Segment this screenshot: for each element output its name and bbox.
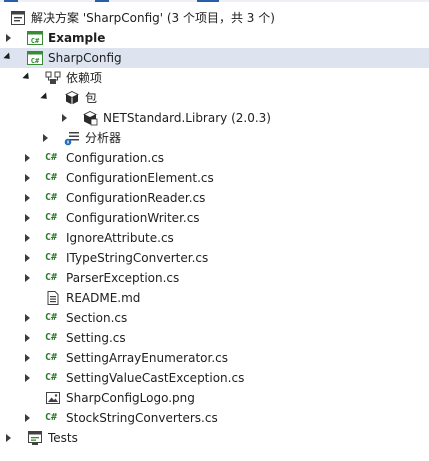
csharp-file-icon: C# <box>45 212 58 223</box>
file-label: ConfigurationWriter.cs <box>66 211 200 225</box>
file-label: SettingArrayEnumerator.cs <box>66 351 228 365</box>
expand-arrow-icon[interactable] <box>22 208 32 228</box>
analyzers-label: 分析器 <box>85 131 122 145</box>
expand-arrow-icon[interactable] <box>22 348 32 368</box>
expand-arrow-icon[interactable] <box>22 368 32 388</box>
expand-arrow-icon[interactable] <box>40 128 50 148</box>
csharp-file-icon: C# <box>45 252 58 263</box>
package-icon <box>64 90 80 106</box>
markdown-file-icon <box>45 290 61 306</box>
file-row[interactable]: C# StockStringConverters.cs <box>0 408 429 428</box>
dependencies-label: 依赖项 <box>66 71 103 85</box>
file-label: ConfigurationReader.cs <box>66 191 206 205</box>
file-row[interactable]: C# ITypeStringConverter.cs <box>0 248 429 268</box>
project-row-example[interactable]: C# Example <box>0 28 429 48</box>
csharp-project-icon: C# <box>27 50 43 66</box>
packages-label: 包 <box>85 91 98 105</box>
expand-arrow-icon[interactable] <box>3 28 13 48</box>
csharp-file-icon: C# <box>45 352 58 363</box>
expand-arrow-icon[interactable] <box>59 108 69 128</box>
package-label: NETStandard.Library (2.0.3) <box>103 111 271 125</box>
file-label: SharpConfigLogo.png <box>66 391 195 405</box>
csharp-file-icon: C# <box>45 172 58 183</box>
csharp-file-icon: C# <box>45 312 58 323</box>
expand-arrow-icon[interactable] <box>3 428 13 448</box>
file-row[interactable]: C# SettingValueCastException.cs <box>0 368 429 388</box>
top-progress-strip <box>0 0 429 2</box>
csharp-file-icon: C# <box>45 332 58 343</box>
expand-arrow-icon[interactable] <box>22 268 32 288</box>
expand-arrow-icon[interactable] <box>22 228 32 248</box>
solution-icon <box>10 10 26 26</box>
strip-segment <box>197 0 219 2</box>
csharp-file-icon: C# <box>45 152 58 163</box>
project-label: Tests <box>48 431 78 445</box>
csharp-file-icon: C# <box>45 372 58 383</box>
expand-arrow-icon[interactable] <box>22 248 32 268</box>
strip-segment <box>95 0 109 2</box>
collapse-arrow-icon[interactable] <box>40 88 50 108</box>
file-row[interactable]: C# SettingArrayEnumerator.cs <box>0 348 429 368</box>
expand-arrow-icon[interactable] <box>22 328 32 348</box>
solution-explorer-tree: 解决方案 'SharpConfig' (3 个项目，共 3 个) C# Exam… <box>0 8 429 448</box>
file-label: Setting.cs <box>66 331 126 345</box>
file-row[interactable]: C# Setting.cs <box>0 328 429 348</box>
expand-arrow-icon[interactable] <box>22 168 32 188</box>
solution-title: 解决方案 'SharpConfig' (3 个项目，共 3 个) <box>31 11 275 25</box>
file-row[interactable]: C# ConfigurationWriter.cs <box>0 208 429 228</box>
dependencies-icon <box>45 70 61 86</box>
image-file-icon <box>45 390 61 406</box>
csharp-project-icon: C# <box>27 30 43 46</box>
analyzers-row[interactable]: 分析器 <box>0 128 429 148</box>
expand-arrow-icon[interactable] <box>22 148 32 168</box>
file-label: IgnoreAttribute.cs <box>66 231 174 245</box>
project-row-sharpconfig[interactable]: C# SharpConfig <box>0 48 429 68</box>
package-reference-icon <box>82 110 98 126</box>
file-label: Section.cs <box>66 311 128 325</box>
csharp-file-icon: C# <box>45 192 58 203</box>
file-label: README.md <box>66 291 141 305</box>
file-label: StockStringConverters.cs <box>66 411 218 425</box>
file-label: ParserException.cs <box>66 271 180 285</box>
file-row[interactable]: C# Section.cs <box>0 308 429 328</box>
strip-segment <box>4 0 18 2</box>
svg-text:C#: C# <box>31 37 40 45</box>
file-row[interactable]: C# Configuration.cs <box>0 148 429 168</box>
file-row[interactable]: README.md <box>0 288 429 308</box>
collapse-arrow-icon[interactable] <box>3 48 13 68</box>
project-label: Example <box>48 31 106 45</box>
collapse-arrow-icon[interactable] <box>22 68 32 88</box>
csharp-file-icon: C# <box>45 412 58 423</box>
file-row[interactable]: C# IgnoreAttribute.cs <box>0 228 429 248</box>
file-label: ConfigurationElement.cs <box>66 171 214 185</box>
dependencies-row[interactable]: 依赖项 <box>0 68 429 88</box>
expand-arrow-icon[interactable] <box>22 408 32 428</box>
file-label: SettingValueCastException.cs <box>66 371 245 385</box>
project-label: SharpConfig <box>48 51 122 65</box>
project-row-tests[interactable]: Tests <box>0 428 429 448</box>
analyzer-icon <box>64 130 80 146</box>
csharp-file-icon: C# <box>45 272 58 283</box>
expand-arrow-icon[interactable] <box>22 188 32 208</box>
solution-root-row[interactable]: 解决方案 'SharpConfig' (3 个项目，共 3 个) <box>0 8 429 28</box>
csharp-file-icon: C# <box>45 232 58 243</box>
file-row[interactable]: C# ConfigurationReader.cs <box>0 188 429 208</box>
file-label: ITypeStringConverter.cs <box>66 251 209 265</box>
svg-text:C#: C# <box>31 57 40 65</box>
file-row[interactable]: C# ConfigurationElement.cs <box>0 168 429 188</box>
package-item-row[interactable]: NETStandard.Library (2.0.3) <box>0 108 429 128</box>
file-row[interactable]: SharpConfigLogo.png <box>0 388 429 408</box>
file-row[interactable]: C# ParserException.cs <box>0 268 429 288</box>
expand-arrow-icon[interactable] <box>22 308 32 328</box>
test-project-icon <box>27 430 43 446</box>
file-label: Configuration.cs <box>66 151 165 165</box>
packages-row[interactable]: 包 <box>0 88 429 108</box>
